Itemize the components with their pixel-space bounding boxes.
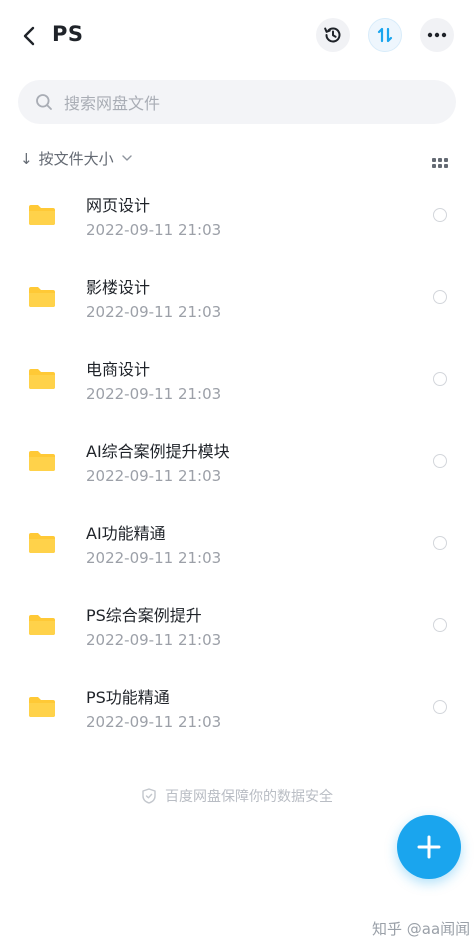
list-item[interactable]: AI功能精通 2022-09-11 21:03 (0, 503, 474, 585)
select-checkbox[interactable] (433, 454, 447, 468)
file-name: 电商设计 (86, 360, 151, 379)
select-checkbox[interactable] (433, 208, 447, 222)
chevron-down-icon (121, 153, 132, 164)
folder-icon (29, 287, 55, 307)
search-input[interactable]: 搜索网盘文件 (18, 80, 456, 124)
list-item[interactable]: 网页设计 2022-09-11 21:03 (0, 175, 474, 257)
file-name: AI综合案例提升模块 (86, 442, 230, 461)
sort-label: 按文件大小 (38, 150, 114, 168)
file-date: 2022-09-11 21:03 (86, 303, 222, 321)
add-button[interactable] (397, 815, 461, 879)
transfer-list-button[interactable] (368, 18, 402, 52)
list-item[interactable]: AI综合案例提升模块 2022-09-11 21:03 (0, 421, 474, 503)
file-name: AI功能精通 (86, 524, 166, 543)
list-item[interactable]: 电商设计 2022-09-11 21:03 (0, 339, 474, 421)
folder-icon (29, 697, 55, 717)
select-checkbox[interactable] (433, 700, 447, 714)
folder-icon (29, 615, 55, 635)
select-checkbox[interactable] (433, 372, 447, 386)
sort-dropdown[interactable]: ↓ 按文件大小 (20, 148, 132, 169)
plus-icon (417, 835, 441, 859)
file-name: 网页设计 (86, 196, 151, 215)
folder-icon (29, 205, 55, 225)
search-placeholder: 搜索网盘文件 (64, 94, 161, 113)
select-checkbox[interactable] (433, 290, 447, 304)
security-note-text: 百度网盘保障你的数据安全 (165, 789, 333, 805)
sort-bar: ↓ 按文件大小 (0, 144, 474, 178)
file-date: 2022-09-11 21:03 (86, 467, 222, 485)
folder-icon (29, 533, 55, 553)
folder-icon (29, 369, 55, 389)
file-date: 2022-09-11 21:03 (86, 631, 222, 649)
more-button[interactable] (420, 18, 454, 52)
list-item[interactable]: 影楼设计 2022-09-11 21:03 (0, 257, 474, 339)
folder-icon (29, 451, 55, 471)
chevron-left-icon (23, 26, 35, 46)
search-icon (34, 92, 54, 112)
file-date: 2022-09-11 21:03 (86, 385, 222, 403)
security-note: 百度网盘保障你的数据安全 (0, 786, 474, 806)
file-date: 2022-09-11 21:03 (86, 549, 222, 567)
history-button[interactable] (316, 18, 350, 52)
file-list: 网页设计 2022-09-11 21:03 影楼设计 2022-09-11 21… (0, 175, 474, 749)
select-checkbox[interactable] (433, 618, 447, 632)
arrow-down-icon: ↓ (20, 149, 33, 168)
shield-icon (141, 788, 157, 804)
watermark: 知乎 @aa闻闻 (372, 920, 471, 938)
more-dots-icon (427, 32, 447, 38)
header: PS (0, 0, 474, 72)
file-name: PS功能精通 (86, 688, 170, 707)
file-name: PS综合案例提升 (86, 606, 202, 625)
back-button[interactable] (14, 20, 44, 52)
list-item[interactable]: PS综合案例提升 2022-09-11 21:03 (0, 585, 474, 667)
list-item[interactable]: PS功能精通 2022-09-11 21:03 (0, 667, 474, 749)
transfer-icon (377, 27, 393, 43)
file-date: 2022-09-11 21:03 (86, 221, 222, 239)
file-date: 2022-09-11 21:03 (86, 713, 222, 731)
page-title: PS (52, 22, 84, 46)
history-icon (324, 27, 341, 43)
file-name: 影楼设计 (86, 278, 151, 297)
select-checkbox[interactable] (433, 536, 447, 550)
grid-view-icon[interactable] (430, 154, 450, 172)
